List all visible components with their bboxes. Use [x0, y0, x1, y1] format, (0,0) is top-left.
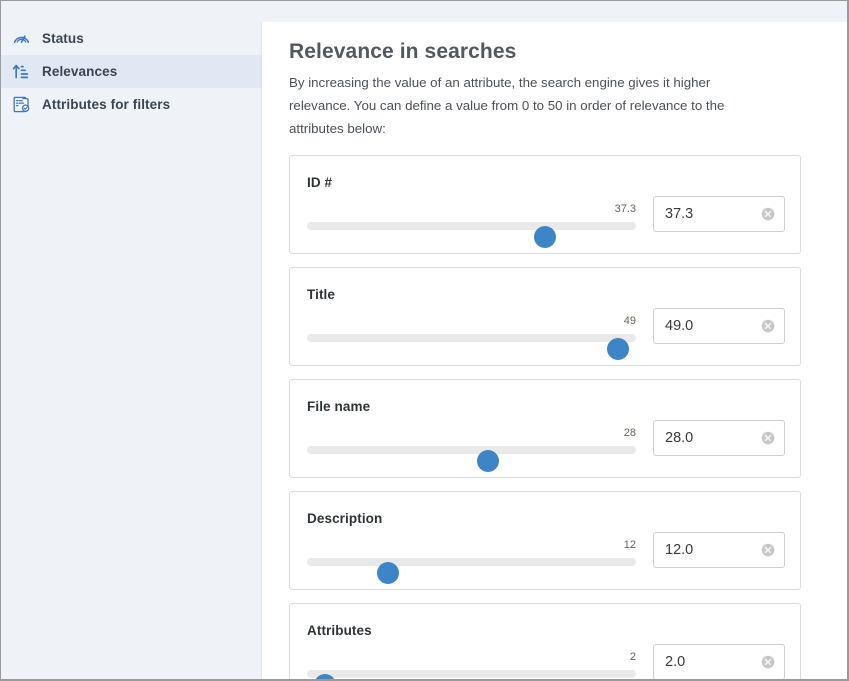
relevance-input-value[interactable]: 2.0 — [665, 645, 761, 679]
slider-track[interactable] — [307, 221, 636, 230]
sidebar: Status Relevances Attributes for filters — [1, 22, 262, 679]
slider-thumb[interactable] — [606, 337, 629, 360]
relevance-input-value[interactable]: 49.0 — [665, 309, 761, 343]
attribute-name: Attributes — [307, 622, 372, 638]
document-settings-icon — [12, 95, 31, 114]
app-window: Status Relevances Attributes for filters… — [0, 0, 849, 681]
relevance-slider[interactable]: 37.3 — [307, 202, 636, 248]
relevance-input-value[interactable]: 37.3 — [665, 197, 761, 231]
attribute-name: Title — [307, 286, 336, 302]
relevance-slider[interactable]: 28 — [307, 426, 636, 472]
slider-track[interactable] — [307, 557, 636, 566]
sidebar-item-label: Relevances — [42, 64, 118, 79]
attribute-name: Description — [307, 510, 383, 526]
slider-value-label: 37.3 — [614, 202, 636, 215]
relevance-input[interactable]: 49.0 — [653, 307, 785, 344]
slider-thumb[interactable] — [476, 449, 499, 472]
slider-thumb[interactable] — [533, 225, 556, 248]
relevance-slider[interactable]: 12 — [307, 538, 636, 584]
gauge-icon — [12, 29, 31, 48]
sidebar-item-attributes-for-filters[interactable]: Attributes for filters — [1, 88, 261, 121]
sidebar-item-status[interactable]: Status — [1, 22, 261, 55]
sidebar-item-label: Status — [42, 31, 84, 46]
relevance-slider[interactable]: 2 — [307, 651, 636, 679]
clear-circle-icon[interactable] — [761, 543, 775, 557]
main-content: Relevance in searches By increasing the … — [269, 22, 847, 679]
page-description: By increasing the value of an attribute,… — [289, 75, 725, 136]
page-title: Relevance in searches — [289, 40, 517, 63]
relevance-input[interactable]: 28.0 — [653, 419, 785, 456]
attribute-card-1: Title 49 49.0 — [289, 266, 801, 366]
top-bar — [1, 1, 847, 22]
attribute-name: ID # — [307, 174, 333, 190]
sidebar-item-relevances[interactable]: Relevances — [1, 55, 261, 88]
relevance-input[interactable]: 2.0 — [653, 643, 785, 679]
slider-value-label: 12 — [623, 538, 636, 551]
clear-circle-icon[interactable] — [761, 655, 775, 669]
slider-value-label: 2 — [629, 650, 636, 663]
clear-circle-icon[interactable] — [761, 431, 775, 445]
relevance-input[interactable]: 37.3 — [653, 195, 785, 232]
slider-thumb[interactable] — [376, 561, 399, 584]
relevance-input[interactable]: 12.0 — [653, 531, 785, 568]
attribute-card-4: Attributes 2 2.0 — [289, 602, 801, 679]
attribute-card-3: Description 12 12.0 — [289, 490, 801, 590]
sort-ascending-icon — [12, 62, 31, 81]
attribute-card-2: File name 28 28.0 — [289, 378, 801, 478]
clear-circle-icon[interactable] — [761, 319, 775, 333]
slider-value-label: 28 — [623, 426, 636, 439]
relevance-slider[interactable]: 49 — [307, 314, 636, 360]
clear-circle-icon[interactable] — [761, 207, 775, 221]
slider-track[interactable] — [307, 445, 636, 454]
attribute-cards-list: ID # 37.3 37.3 Title 49 49.0 File name 2… — [289, 154, 847, 679]
attribute-card-0: ID # 37.3 37.3 — [289, 154, 801, 254]
relevance-input-value[interactable]: 12.0 — [665, 533, 761, 567]
attribute-name: File name — [307, 398, 371, 414]
slider-value-label: 49 — [623, 314, 636, 327]
sidebar-item-label: Attributes for filters — [42, 97, 171, 112]
slider-track[interactable] — [307, 669, 636, 678]
slider-track[interactable] — [307, 333, 636, 342]
relevance-input-value[interactable]: 28.0 — [665, 421, 761, 455]
